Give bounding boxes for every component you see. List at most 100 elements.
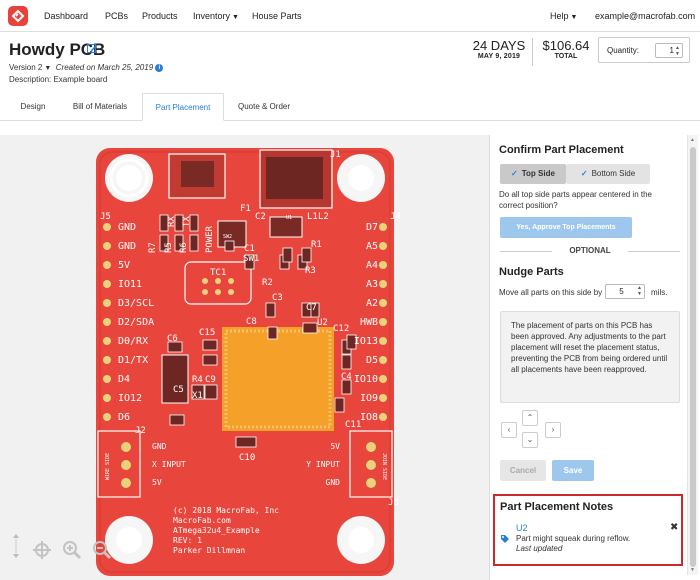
board-credit-text: MacroFab.com: [173, 516, 231, 525]
lead-date: MAY 9, 2019: [477, 53, 521, 60]
crosshair-icon[interactable]: [32, 540, 52, 560]
tab-design[interactable]: Design: [9, 93, 57, 121]
nudge-unit: mils.: [651, 288, 668, 297]
optional-divider: OPTIONAL: [500, 246, 680, 255]
ref-designator: U2: [317, 318, 328, 328]
ref-designator: C11: [345, 420, 361, 430]
nav-products[interactable]: Products: [142, 11, 178, 21]
nudge-right-button[interactable]: ›: [545, 422, 561, 438]
note-part-link[interactable]: U2: [516, 523, 528, 533]
ref-designator: R5: [164, 242, 174, 253]
version-select[interactable]: Version 2: [9, 63, 42, 72]
connector-pin-label: X INPUT: [152, 460, 186, 469]
cancel-button[interactable]: Cancel: [500, 460, 546, 481]
check-icon: ✓: [511, 169, 518, 178]
connector-pin-label: GND: [152, 442, 167, 451]
chevron-down-icon: ⌄: [526, 435, 534, 444]
pin-label-right: IO10: [354, 374, 378, 385]
quantity-box: Quantity: 1 ▲ ▼: [598, 37, 690, 63]
nav-help[interactable]: Help ▼: [550, 11, 577, 21]
ref-designator: C4: [341, 372, 352, 382]
nudge-amount-value: 5: [619, 287, 624, 296]
info-icon[interactable]: i: [155, 63, 164, 72]
ref-designator: R7: [148, 242, 158, 253]
nudge-left-button[interactable]: ‹: [501, 422, 517, 438]
ref-designator: TX: [182, 216, 192, 227]
ref-designator: R4: [192, 375, 203, 385]
approve-top-button[interactable]: Yes, Approve Top Placements: [500, 217, 632, 238]
nudge-title: Nudge Parts: [499, 266, 564, 278]
lead-days: 24 DAYS: [472, 38, 526, 53]
ref-designator: F1: [240, 204, 251, 214]
approval-question: Do all top side parts appear centered in…: [499, 190, 652, 210]
panel-scrollbar[interactable]: ▲ ▼: [687, 135, 698, 575]
connector-pin-label: 5V: [330, 442, 340, 451]
nudge-stepper[interactable]: ▲ ▼: [637, 285, 642, 297]
edit-icon[interactable]: [87, 43, 98, 54]
pin-label-right: IO9: [360, 393, 378, 404]
ref-designator: C9: [205, 375, 216, 385]
nav-dashboard[interactable]: Dashboard: [44, 11, 88, 21]
board-credit-text: ATmega32u4_Example: [173, 526, 260, 535]
top-nav: Dashboard PCBs Products Inventory ▼ House…: [0, 0, 700, 32]
pin-label-right: A4: [366, 260, 378, 271]
ref-designator: C7: [306, 303, 317, 313]
nudge-up-button[interactable]: ⌃: [522, 410, 538, 426]
nudge-amount-input[interactable]: 5 ▲ ▼: [605, 284, 645, 299]
pin-label-right: IO8: [360, 412, 378, 423]
bottom-side-button[interactable]: ✓ Bottom Side: [566, 164, 650, 184]
quantity-stepper[interactable]: ▲ ▼: [675, 45, 680, 57]
board-credit-text: Parker Dillmnan: [173, 546, 245, 555]
nav-help-label: Help: [550, 11, 569, 21]
note-updated: Last updated: [516, 544, 563, 553]
tab-quote-order[interactable]: Quote & Order: [226, 93, 302, 121]
ref-designator: C6: [167, 334, 178, 344]
top-side-button[interactable]: ✓ Top Side: [500, 164, 566, 184]
nav-pcbs[interactable]: PCBs: [105, 11, 128, 21]
scroll-down-icon[interactable]: ▼: [690, 567, 695, 573]
divider: [532, 38, 533, 66]
nav-inventory[interactable]: Inventory ▼: [193, 11, 239, 21]
pin-label-left: IO12: [118, 393, 142, 404]
chevron-down-icon[interactable]: ▼: [44, 65, 51, 72]
save-button[interactable]: Save: [552, 460, 594, 481]
chip-u2: [222, 327, 334, 431]
tab-bill-of-materials[interactable]: Bill of Materials: [60, 93, 140, 121]
pin-label-left: D4: [118, 374, 130, 385]
top-side-label: Top Side: [521, 169, 555, 178]
ref-designator: X1: [192, 391, 203, 401]
version-line: Version 2 ▼ Created on March 25, 2019 i: [9, 63, 164, 72]
close-icon[interactable]: ✖: [670, 522, 678, 533]
pin-label-left: IO11: [118, 279, 142, 290]
pcb-board[interactable]: GND GND 5V IO11 D3/SCL D2/SDA D0/RX D1/TX D4 IO12…: [0, 135, 490, 580]
j3-pads: [366, 442, 376, 488]
nav-user-email[interactable]: example@macrofab.com: [595, 11, 695, 21]
ref-designator: J5: [100, 212, 111, 222]
zoom-out-icon[interactable]: [92, 540, 112, 560]
scroll-thumb[interactable]: [690, 147, 696, 567]
pin-label-right: HWB: [360, 317, 378, 328]
quantity-input[interactable]: 1 ▲ ▼: [655, 43, 683, 58]
zoom-in-icon[interactable]: [62, 540, 82, 560]
ref-designator: C15: [199, 328, 215, 338]
ref-designator: R3: [305, 266, 316, 276]
nudge-text: Move all parts on this side by: [499, 288, 603, 297]
ref-designator: J3: [388, 498, 399, 508]
ref-designator: C10: [239, 453, 255, 463]
nudge-down-button[interactable]: ⌄: [522, 432, 538, 448]
placement-notes: Part Placement Notes U2 Part might squea…: [493, 494, 683, 566]
pin-label-left: GND: [118, 222, 136, 233]
nav-house-parts[interactable]: House Parts: [252, 11, 302, 21]
tab-part-placement[interactable]: Part Placement: [142, 93, 224, 121]
connector-pin-label: 5V: [152, 478, 162, 487]
confirm-title: Confirm Part Placement: [499, 144, 624, 156]
description: Description: Example board: [9, 75, 108, 84]
macrofab-logo[interactable]: [8, 6, 28, 26]
scroll-arrows-icon[interactable]: [10, 530, 22, 562]
price-value: $106.64: [542, 38, 590, 53]
scroll-up-icon[interactable]: ▲: [690, 137, 695, 143]
pin-label-right: A5: [366, 241, 378, 252]
ref-designator: RX: [167, 216, 177, 227]
ref-designator: C5: [173, 385, 184, 395]
ref-designator: R1: [311, 240, 322, 250]
